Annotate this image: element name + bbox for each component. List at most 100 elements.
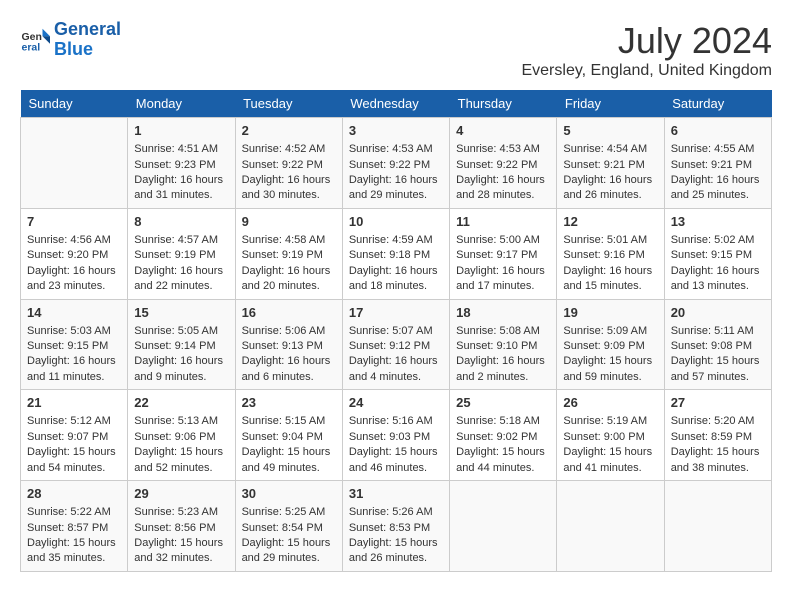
day-info-line: Daylight: 15 hours [671, 445, 765, 460]
day-info-line: Daylight: 16 hours [349, 264, 443, 279]
day-info-line: and 13 minutes. [671, 279, 765, 294]
day-info-line: and 52 minutes. [134, 461, 228, 476]
calendar-cell: 28Sunrise: 5:22 AMSunset: 8:57 PMDayligh… [21, 481, 128, 572]
svg-text:eral: eral [22, 41, 41, 53]
calendar-cell: 9Sunrise: 4:58 AMSunset: 9:19 PMDaylight… [235, 208, 342, 299]
day-info-line: and 4 minutes. [349, 370, 443, 385]
day-info-line: Daylight: 16 hours [134, 173, 228, 188]
day-info-line: Sunset: 8:56 PM [134, 521, 228, 536]
day-number: 2 [242, 122, 336, 140]
calendar-cell: 31Sunrise: 5:26 AMSunset: 8:53 PMDayligh… [342, 481, 449, 572]
day-info-line: Sunset: 9:21 PM [563, 158, 657, 173]
weekday-header: Sunday [21, 90, 128, 118]
day-info-line: Sunrise: 4:56 AM [27, 233, 121, 248]
day-info-line: Sunset: 9:00 PM [563, 430, 657, 445]
day-info-line: Daylight: 15 hours [134, 445, 228, 460]
day-number: 1 [134, 122, 228, 140]
day-number: 15 [134, 304, 228, 322]
day-info-line: and 49 minutes. [242, 461, 336, 476]
day-info-line: and 26 minutes. [563, 188, 657, 203]
day-number: 30 [242, 485, 336, 503]
calendar-cell: 16Sunrise: 5:06 AMSunset: 9:13 PMDayligh… [235, 299, 342, 390]
calendar-cell: 20Sunrise: 5:11 AMSunset: 9:08 PMDayligh… [664, 299, 771, 390]
day-info-line: and 17 minutes. [456, 279, 550, 294]
day-number: 5 [563, 122, 657, 140]
day-number: 16 [242, 304, 336, 322]
day-info-line: Daylight: 15 hours [134, 536, 228, 551]
day-info-line: and 31 minutes. [134, 188, 228, 203]
day-info-line: Sunset: 8:59 PM [671, 430, 765, 445]
day-number: 29 [134, 485, 228, 503]
day-info-line: Sunset: 9:06 PM [134, 430, 228, 445]
day-info-line: Sunset: 9:12 PM [349, 339, 443, 354]
day-number: 19 [563, 304, 657, 322]
day-number: 18 [456, 304, 550, 322]
day-info-line: Sunrise: 5:12 AM [27, 414, 121, 429]
day-info-line: Sunrise: 5:22 AM [27, 505, 121, 520]
day-info-line: Sunrise: 5:26 AM [349, 505, 443, 520]
day-number: 27 [671, 394, 765, 412]
day-info-line: Sunrise: 5:01 AM [563, 233, 657, 248]
calendar-cell [450, 481, 557, 572]
day-number: 25 [456, 394, 550, 412]
day-info-line: Sunrise: 4:53 AM [349, 142, 443, 157]
day-info-line: Daylight: 15 hours [671, 354, 765, 369]
day-info-line: Sunset: 9:10 PM [456, 339, 550, 354]
day-info-line: Daylight: 16 hours [456, 264, 550, 279]
day-info-line: Sunrise: 5:13 AM [134, 414, 228, 429]
day-info-line: Daylight: 16 hours [563, 264, 657, 279]
day-info-line: and 29 minutes. [349, 188, 443, 203]
calendar-cell: 7Sunrise: 4:56 AMSunset: 9:20 PMDaylight… [21, 208, 128, 299]
day-info-line: and 15 minutes. [563, 279, 657, 294]
day-number: 26 [563, 394, 657, 412]
day-info-line: Daylight: 16 hours [456, 354, 550, 369]
day-info-line: Sunset: 8:57 PM [27, 521, 121, 536]
day-info-line: Sunrise: 5:07 AM [349, 324, 443, 339]
day-info-line: Sunset: 9:22 PM [349, 158, 443, 173]
day-info-line: Daylight: 16 hours [456, 173, 550, 188]
day-info-line: Daylight: 16 hours [242, 264, 336, 279]
day-info-line: and 28 minutes. [456, 188, 550, 203]
day-info-line: and 32 minutes. [134, 551, 228, 566]
day-info-line: and 38 minutes. [671, 461, 765, 476]
day-info-line: Daylight: 16 hours [242, 354, 336, 369]
day-info-line: and 22 minutes. [134, 279, 228, 294]
weekday-header: Thursday [450, 90, 557, 118]
day-info-line: and 23 minutes. [27, 279, 121, 294]
day-info-line: and 46 minutes. [349, 461, 443, 476]
day-info-line: Daylight: 16 hours [349, 354, 443, 369]
day-info-line: and 59 minutes. [563, 370, 657, 385]
title-section: July 2024 Eversley, England, United King… [521, 20, 772, 80]
calendar-cell [21, 118, 128, 209]
calendar-cell: 19Sunrise: 5:09 AMSunset: 9:09 PMDayligh… [557, 299, 664, 390]
day-info-line: Daylight: 15 hours [349, 536, 443, 551]
day-info-line: Sunset: 9:17 PM [456, 248, 550, 263]
calendar-week-row: 21Sunrise: 5:12 AMSunset: 9:07 PMDayligh… [21, 390, 772, 481]
day-info-line: and 25 minutes. [671, 188, 765, 203]
day-info-line: Sunset: 9:16 PM [563, 248, 657, 263]
calendar-cell: 8Sunrise: 4:57 AMSunset: 9:19 PMDaylight… [128, 208, 235, 299]
day-info-line: Sunset: 9:22 PM [242, 158, 336, 173]
calendar-cell: 3Sunrise: 4:53 AMSunset: 9:22 PMDaylight… [342, 118, 449, 209]
day-info-line: and 54 minutes. [27, 461, 121, 476]
day-info-line: Sunrise: 5:18 AM [456, 414, 550, 429]
weekday-header: Monday [128, 90, 235, 118]
day-info-line: and 30 minutes. [242, 188, 336, 203]
calendar-cell: 6Sunrise: 4:55 AMSunset: 9:21 PMDaylight… [664, 118, 771, 209]
day-info-line: Sunrise: 5:05 AM [134, 324, 228, 339]
calendar-cell: 17Sunrise: 5:07 AMSunset: 9:12 PMDayligh… [342, 299, 449, 390]
day-info-line: Sunrise: 5:02 AM [671, 233, 765, 248]
calendar-cell: 4Sunrise: 4:53 AMSunset: 9:22 PMDaylight… [450, 118, 557, 209]
day-info-line: and 2 minutes. [456, 370, 550, 385]
day-info-line: and 18 minutes. [349, 279, 443, 294]
day-info-line: Daylight: 15 hours [456, 445, 550, 460]
day-number: 20 [671, 304, 765, 322]
day-number: 11 [456, 213, 550, 231]
day-info-line: Sunrise: 4:59 AM [349, 233, 443, 248]
day-info-line: Daylight: 15 hours [242, 445, 336, 460]
day-info-line: Sunset: 9:18 PM [349, 248, 443, 263]
day-info-line: Sunset: 9:19 PM [134, 248, 228, 263]
weekday-header: Wednesday [342, 90, 449, 118]
day-info-line: Daylight: 16 hours [563, 173, 657, 188]
calendar-week-row: 1Sunrise: 4:51 AMSunset: 9:23 PMDaylight… [21, 118, 772, 209]
